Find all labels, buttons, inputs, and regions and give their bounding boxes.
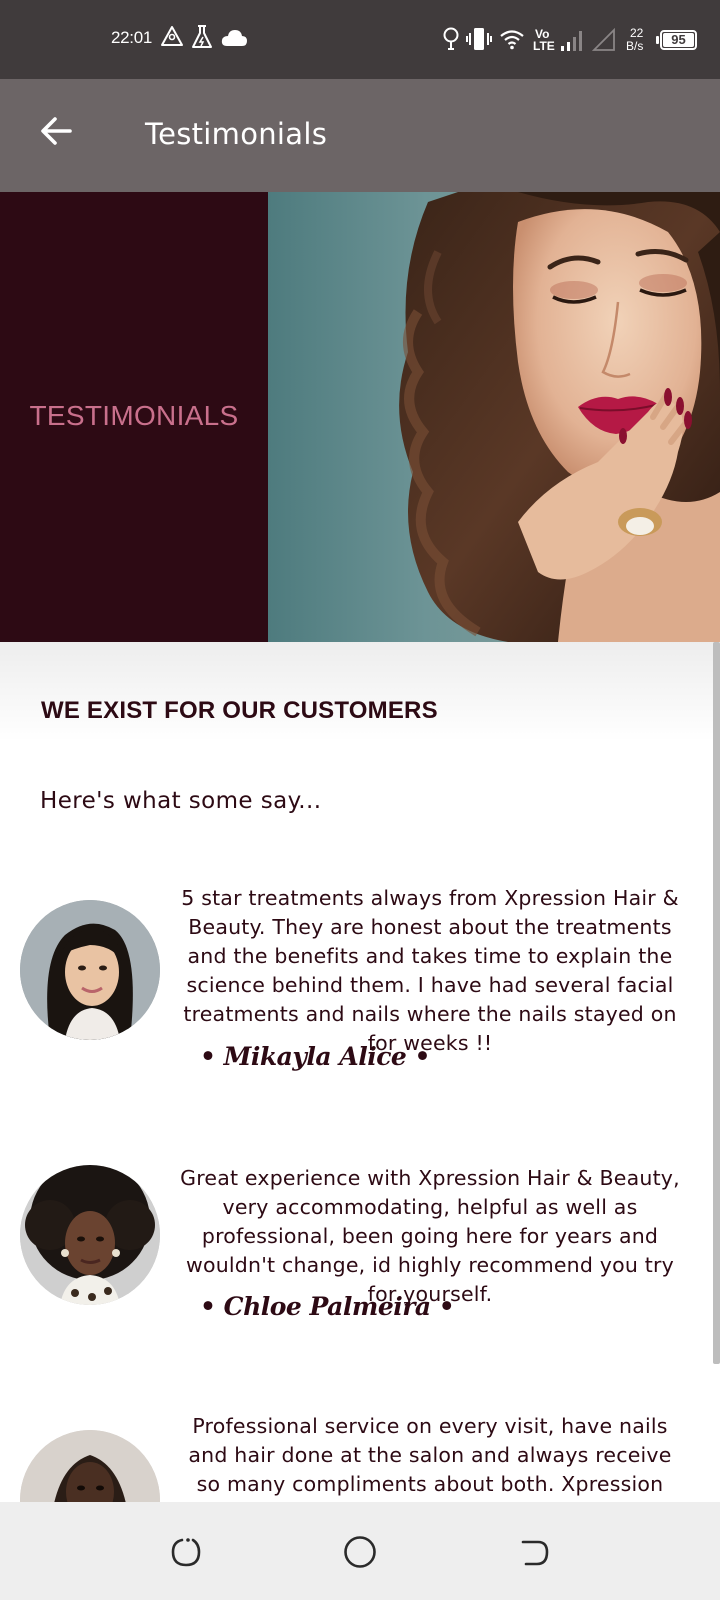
arrow-left-icon bbox=[41, 117, 72, 145]
wifi-icon bbox=[500, 30, 524, 50]
testimonials-content[interactable]: WE EXIST FOR OUR CUSTOMERS Here's what s… bbox=[0, 642, 720, 1502]
testimonial-quote: Professional service on every visit, hav… bbox=[188, 1414, 672, 1496]
banner-label: TESTIMONIALS bbox=[29, 400, 239, 431]
lightbulb-icon bbox=[443, 27, 459, 50]
scrollbar[interactable] bbox=[713, 642, 720, 1364]
cloud-icon bbox=[221, 30, 247, 46]
signal-empty-icon bbox=[592, 28, 615, 51]
circle-home-icon bbox=[344, 1536, 376, 1568]
banner-label-panel: TESTIMONIALS bbox=[0, 192, 268, 642]
vibrate-icon bbox=[466, 28, 492, 50]
avatar bbox=[20, 1165, 160, 1305]
volte-bottom-label: LTE bbox=[533, 39, 555, 53]
network-speed-value: 22 bbox=[630, 26, 644, 40]
testimonial-author: • Chloe Palmeira • bbox=[200, 1292, 455, 1321]
testimonial-quote: Great experience with Xpression Hair & B… bbox=[180, 1166, 680, 1306]
network-speed-unit: B/s bbox=[626, 39, 644, 53]
nav-back-button[interactable] bbox=[166, 1532, 206, 1572]
testimonial-author: • Mikayla Alice • bbox=[200, 1042, 431, 1071]
alert-triangle-icon bbox=[161, 26, 183, 46]
status-bar: 22:01 Vo LTE 22 B/s 95 bbox=[0, 0, 720, 79]
section-subheading: Here's what some say... bbox=[40, 788, 322, 814]
model-illustration bbox=[399, 192, 720, 642]
page-title: Testimonials bbox=[145, 117, 328, 151]
battery-level: 95 bbox=[671, 32, 686, 47]
signal-bars-icon bbox=[561, 31, 582, 51]
hero-banner: TESTIMONIALS bbox=[0, 192, 720, 642]
section-heading: WE EXIST FOR OUR CUSTOMERS bbox=[41, 697, 438, 724]
flask-icon bbox=[192, 25, 212, 48]
avatar bbox=[20, 1430, 160, 1502]
status-time: 22:01 bbox=[111, 28, 153, 47]
nav-recents-button[interactable] bbox=[515, 1532, 555, 1572]
app-bar: Testimonials bbox=[0, 79, 720, 192]
avatar bbox=[20, 900, 160, 1040]
rotate-recents-icon bbox=[521, 1540, 549, 1566]
testimonial-quote: 5 star treatments always from Xpression … bbox=[181, 886, 679, 1055]
banner-model-photo bbox=[268, 192, 720, 642]
back-button[interactable] bbox=[30, 105, 82, 157]
system-nav-bar bbox=[0, 1502, 720, 1600]
nav-home-button[interactable] bbox=[340, 1532, 380, 1572]
rotate-back-icon bbox=[171, 1538, 201, 1567]
battery-icon: 95 bbox=[656, 30, 697, 50]
